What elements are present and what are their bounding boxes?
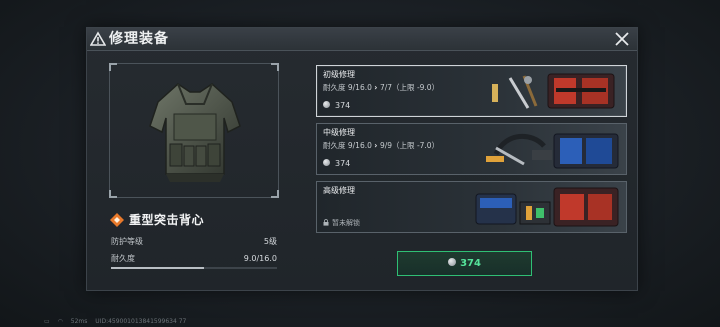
protection-value: 5级 [263,237,277,246]
uid-text: UID:459001013841599634 77 [95,318,187,325]
coin-icon [323,101,330,108]
durability-bar-fill [111,267,205,269]
lock-icon [323,218,329,226]
repair-option-basic[interactable]: 初级修理 耐久度 9/16.0 › 7/7（上限 -9.0） 374 [316,65,627,117]
confirm-repair-label: 374 [398,252,531,275]
warning-triangle-icon [90,31,106,46]
battery-icon: ▭ [44,318,50,325]
detail-suffix: 9/9（上限 -7.0） [379,141,440,150]
durability-label: 耐久度 [111,254,135,263]
item-info-panel: 重型突击背心 防护等级 5级 耐久度 9.0/16.0 [109,63,279,269]
item-preview-frame [109,63,279,198]
protection-stat: 防护等级 5级 [109,234,279,250]
repair-kit-advanced-icon [475,187,619,227]
locked-status: 暂未解锁 [323,218,360,228]
status-bar: ▭ ◠ 52ms UID:459001013841599634 77 [44,317,192,327]
dialog-title: 修理装备 [109,31,169,47]
repair-option-detail: 耐久度 9/16.0 › 9/9（上限 -7.0） [323,140,439,151]
durability-value: 9.0/16.0 [243,254,277,263]
repair-option-title: 中级修理 [323,128,355,137]
coin-icon [448,258,457,266]
item-name-row: 重型突击背心 [109,210,279,230]
item-name: 重型突击背心 [129,213,205,227]
coin-icon [323,159,330,166]
repair-cost: 374 [323,158,350,169]
repair-option-detail: 耐久度 9/16.0 › 7/7（上限 -9.0） [323,82,439,93]
repair-option-intermediate[interactable]: 中级修理 耐久度 9/16.0 › 9/9（上限 -7.0） 374 [316,123,627,175]
repair-kit-basic-icon [492,73,615,109]
wifi-icon: ◠ [57,318,63,325]
confirm-repair-button[interactable]: 374 [397,251,532,276]
repair-option-title: 初级修理 [323,70,355,79]
repair-option-advanced[interactable]: 高级修理 暂未解锁 [316,181,627,233]
ping-value: 52ms [70,318,88,325]
repair-option-title: 高级修理 [323,186,355,195]
protection-label: 防护等级 [111,237,143,246]
durability-bar [111,267,277,269]
detail-prefix: 耐久度 9/16.0 [323,83,372,92]
durability-stat: 耐久度 9.0/16.0 [109,251,279,269]
repair-dialog: 修理装备 重型突击背心 防护等级 5级 耐久度 9.0/16.0 初级修理 耐久… [86,27,638,291]
dialog-titlebar: 修理装备 [87,28,637,51]
orange-diamond-icon [110,213,124,227]
detail-prefix: 耐久度 9/16.0 [323,141,372,150]
repair-cost: 374 [323,100,350,111]
close-icon[interactable] [613,30,631,48]
body-armor-vest-icon [149,83,241,182]
repair-kit-intermediate-icon [486,133,619,169]
detail-suffix: 7/7（上限 -9.0） [379,83,440,92]
